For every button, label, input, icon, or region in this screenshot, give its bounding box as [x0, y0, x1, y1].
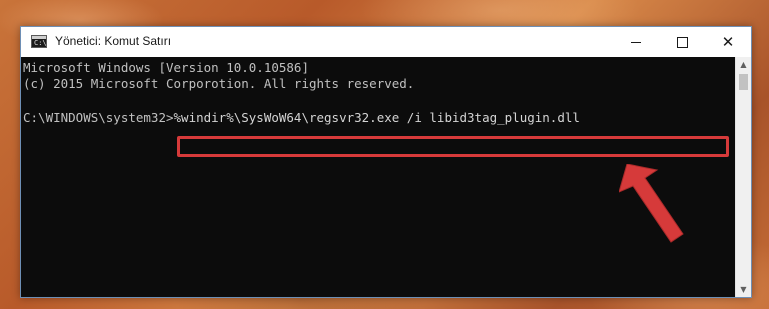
close-button[interactable]: ✕ [705, 27, 751, 57]
console-line-copyright: (c) 2015 Microsoft Corporotion. All righ… [23, 76, 415, 91]
minimize-icon [631, 41, 641, 43]
window-title: Yönetici: Komut Satırı [55, 34, 172, 48]
console-output[interactable]: Microsoft Windows [Version 10.0.10586] (… [21, 57, 735, 297]
maximize-button[interactable] [659, 27, 705, 57]
scroll-thumb[interactable] [739, 74, 748, 90]
cmd-icon-text: C:\ [34, 39, 47, 47]
title-bar[interactable]: C:\ Yönetici: Komut Satırı ✕ [21, 27, 751, 57]
maximize-icon [676, 36, 688, 48]
scroll-up-icon[interactable]: ▲ [736, 57, 751, 72]
pointer-arrow-icon [619, 164, 684, 243]
console-command[interactable]: %windir%\SysWoW64\regsvr32.exe /i libid3… [174, 110, 580, 125]
console-command-line[interactable]: C:\WINDOWS\system32>%windir%\SysWoW64\re… [23, 110, 580, 126]
console-line-version: Microsoft Windows [Version 10.0.10586] [23, 60, 309, 75]
close-icon: ✕ [721, 32, 735, 51]
command-prompt-window[interactable]: C:\ Yönetici: Komut Satırı ✕ Microsoft W… [20, 26, 752, 298]
command-highlight-box [177, 136, 729, 157]
vertical-scrollbar[interactable]: ▲ ▼ [735, 57, 751, 297]
console-prompt: C:\WINDOWS\system32> [23, 110, 174, 125]
minimize-button[interactable] [613, 27, 659, 57]
scroll-down-icon[interactable]: ▼ [736, 282, 751, 297]
cmd-icon: C:\ [31, 35, 47, 48]
